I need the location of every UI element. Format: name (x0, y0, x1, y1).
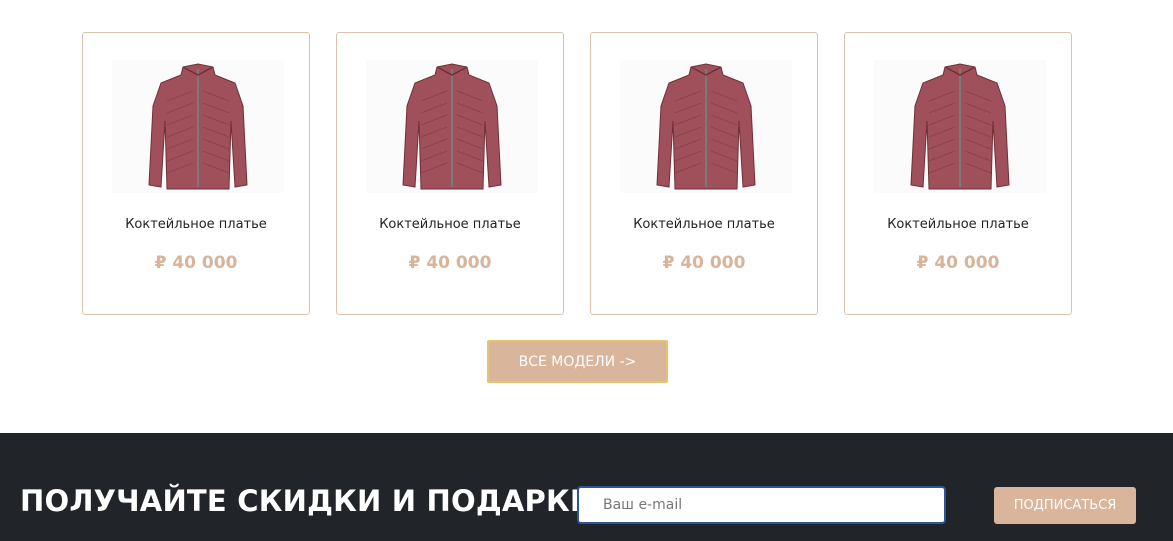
jacket-image-graphic (148, 62, 248, 189)
jacket-image-graphic (402, 62, 502, 189)
jacket-image-graphic (910, 62, 1010, 189)
subscribe-button[interactable]: ПОДПИСАТЬСЯ (994, 487, 1136, 524)
product-card[interactable]: Коктейльное платье ₽ 40 000 (82, 32, 310, 315)
promo-heading: ПОЛУЧАЙТЕ СКИДКИ И ПОДАРКИ (20, 484, 595, 518)
product-card[interactable]: Коктейльное платье ₽ 40 000 (844, 32, 1072, 315)
all-models-button[interactable]: ВСЕ МОДЕЛИ -> (487, 340, 668, 383)
jacket-image-graphic (656, 62, 756, 189)
product-price: ₽ 40 000 (916, 253, 1000, 273)
subscribe-footer: ПОЛУЧАЙТЕ СКИДКИ И ПОДАРКИ ПОДПИСАТЬСЯ (0, 433, 1173, 541)
jacket-image[interactable] (620, 60, 792, 193)
product-price: ₽ 40 000 (662, 253, 746, 273)
jacket-image[interactable] (874, 60, 1046, 193)
product-name[interactable]: Коктейльное платье (337, 217, 563, 232)
product-name[interactable]: Коктейльное платье (591, 217, 817, 232)
product-price: ₽ 40 000 (154, 253, 238, 273)
jacket-image[interactable] (366, 60, 538, 193)
product-name[interactable]: Коктейльное платье (83, 217, 309, 232)
product-card[interactable]: Коктейльное платье ₽ 40 000 (590, 32, 818, 315)
products-section: Коктейльное платье ₽ 40 000 Коктейльное … (0, 0, 1173, 433)
product-price: ₽ 40 000 (408, 253, 492, 273)
product-name[interactable]: Коктейльное платье (845, 217, 1071, 232)
email-field[interactable] (577, 486, 946, 524)
product-card[interactable]: Коктейльное платье ₽ 40 000 (336, 32, 564, 315)
jacket-image[interactable] (112, 60, 284, 193)
